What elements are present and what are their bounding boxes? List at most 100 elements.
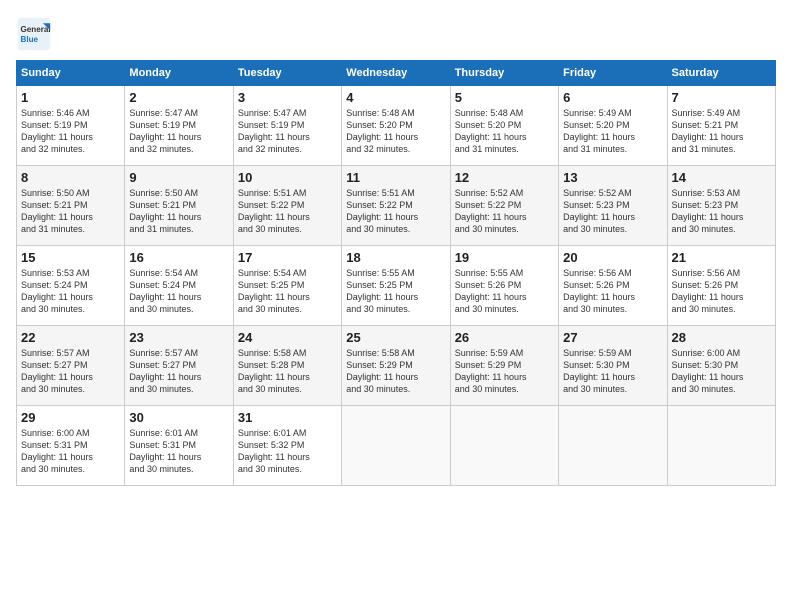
column-header-sunday: Sunday <box>17 61 125 86</box>
day-number: 10 <box>238 170 337 185</box>
day-info: Sunrise: 5:57 AM Sunset: 5:27 PM Dayligh… <box>129 347 228 396</box>
day-number: 19 <box>455 250 554 265</box>
column-header-wednesday: Wednesday <box>342 61 450 86</box>
calendar-cell <box>450 406 558 486</box>
week-row-3: 15Sunrise: 5:53 AM Sunset: 5:24 PM Dayli… <box>17 246 776 326</box>
day-number: 31 <box>238 410 337 425</box>
day-number: 27 <box>563 330 662 345</box>
day-number: 12 <box>455 170 554 185</box>
day-info: Sunrise: 5:49 AM Sunset: 5:20 PM Dayligh… <box>563 107 662 156</box>
column-header-tuesday: Tuesday <box>233 61 341 86</box>
week-row-2: 8 Sunrise: 5:50 AM Sunset: 5:21 PM Daylig… <box>17 166 776 246</box>
calendar-cell: 27 Sunrise: 5:59 AM Sunset: 5:30 PM Dayli… <box>559 326 667 406</box>
day-info: Sunrise: 5:52 AM Sunset: 5:22 PM Dayligh… <box>455 187 554 236</box>
calendar-cell: 17Sunrise: 5:54 AM Sunset: 5:25 PM Dayli… <box>233 246 341 326</box>
calendar-cell: 3 Sunrise: 5:47 AM Sunset: 5:19 PM Daylig… <box>233 86 341 166</box>
day-number: 20 <box>563 250 662 265</box>
day-number: 13 <box>563 170 662 185</box>
day-number: 9 <box>129 170 228 185</box>
calendar-cell: 7 Sunrise: 5:49 AM Sunset: 5:21 PM Daylig… <box>667 86 775 166</box>
calendar-cell: 22 Sunrise: 5:57 AM Sunset: 5:27 PM Dayli… <box>17 326 125 406</box>
day-number: 25 <box>346 330 445 345</box>
calendar-cell: 12 Sunrise: 5:52 AM Sunset: 5:22 PM Dayli… <box>450 166 558 246</box>
day-number: 8 <box>21 170 120 185</box>
calendar-cell: 5 Sunrise: 5:48 AM Sunset: 5:20 PM Daylig… <box>450 86 558 166</box>
column-header-monday: Monday <box>125 61 233 86</box>
day-number: 1 <box>21 90 120 105</box>
day-info: Sunrise: 5:56 AM Sunset: 5:26 PM Dayligh… <box>563 267 662 316</box>
day-info: Sunrise: 5:46 AM Sunset: 5:19 PM Dayligh… <box>21 107 120 156</box>
column-header-thursday: Thursday <box>450 61 558 86</box>
day-info: Sunrise: 5:59 AM Sunset: 5:30 PM Dayligh… <box>563 347 662 396</box>
day-info: Sunrise: 5:48 AM Sunset: 5:20 PM Dayligh… <box>455 107 554 156</box>
calendar-cell: 19 Sunrise: 5:55 AM Sunset: 5:26 PM Dayli… <box>450 246 558 326</box>
calendar-cell: 2Sunrise: 5:47 AM Sunset: 5:19 PM Daylig… <box>125 86 233 166</box>
calendar-cell: 13 Sunrise: 5:52 AM Sunset: 5:23 PM Dayli… <box>559 166 667 246</box>
week-row-5: 29Sunrise: 6:00 AM Sunset: 5:31 PM Dayli… <box>17 406 776 486</box>
calendar-cell: 28 Sunrise: 6:00 AM Sunset: 5:30 PM Dayli… <box>667 326 775 406</box>
svg-text:General: General <box>21 25 51 34</box>
day-info: Sunrise: 5:49 AM Sunset: 5:21 PM Dayligh… <box>672 107 771 156</box>
day-number: 3 <box>238 90 337 105</box>
day-info: Sunrise: 5:53 AM Sunset: 5:23 PM Dayligh… <box>672 187 771 236</box>
column-header-friday: Friday <box>559 61 667 86</box>
calendar-cell: 30Sunrise: 6:01 AM Sunset: 5:31 PM Dayli… <box>125 406 233 486</box>
day-info: Sunrise: 5:59 AM Sunset: 5:29 PM Dayligh… <box>455 347 554 396</box>
svg-text:Blue: Blue <box>21 35 39 44</box>
calendar-cell: 24Sunrise: 5:58 AM Sunset: 5:28 PM Dayli… <box>233 326 341 406</box>
week-row-1: 1 Sunrise: 5:46 AM Sunset: 5:19 PM Daylig… <box>17 86 776 166</box>
day-info: Sunrise: 5:47 AM Sunset: 5:19 PM Dayligh… <box>238 107 337 156</box>
calendar-cell: 11 Sunrise: 5:51 AM Sunset: 5:22 PM Dayli… <box>342 166 450 246</box>
day-number: 23 <box>129 330 228 345</box>
calendar-cell: 31 Sunrise: 6:01 AM Sunset: 5:32 PM Dayli… <box>233 406 341 486</box>
calendar-cell: 25 Sunrise: 5:58 AM Sunset: 5:29 PM Dayli… <box>342 326 450 406</box>
calendar-cell: 8 Sunrise: 5:50 AM Sunset: 5:21 PM Daylig… <box>17 166 125 246</box>
calendar-cell <box>342 406 450 486</box>
day-number: 16 <box>129 250 228 265</box>
calendar-cell: 21 Sunrise: 5:56 AM Sunset: 5:26 PM Dayli… <box>667 246 775 326</box>
column-header-saturday: Saturday <box>667 61 775 86</box>
day-info: Sunrise: 6:01 AM Sunset: 5:32 PM Dayligh… <box>238 427 337 476</box>
day-number: 22 <box>21 330 120 345</box>
day-info: Sunrise: 6:00 AM Sunset: 5:30 PM Dayligh… <box>672 347 771 396</box>
calendar-header-row: SundayMondayTuesdayWednesdayThursdayFrid… <box>17 61 776 86</box>
day-info: Sunrise: 5:54 AM Sunset: 5:24 PM Dayligh… <box>129 267 228 316</box>
day-info: Sunrise: 5:55 AM Sunset: 5:26 PM Dayligh… <box>455 267 554 316</box>
day-number: 26 <box>455 330 554 345</box>
day-info: Sunrise: 5:51 AM Sunset: 5:22 PM Dayligh… <box>346 187 445 236</box>
day-number: 28 <box>672 330 771 345</box>
day-number: 2 <box>129 90 228 105</box>
day-number: 21 <box>672 250 771 265</box>
calendar-cell: 15Sunrise: 5:53 AM Sunset: 5:24 PM Dayli… <box>17 246 125 326</box>
day-number: 29 <box>21 410 120 425</box>
calendar-cell: 18Sunrise: 5:55 AM Sunset: 5:25 PM Dayli… <box>342 246 450 326</box>
calendar-cell: 6 Sunrise: 5:49 AM Sunset: 5:20 PM Daylig… <box>559 86 667 166</box>
calendar-cell: 16 Sunrise: 5:54 AM Sunset: 5:24 PM Dayli… <box>125 246 233 326</box>
calendar-cell: 29Sunrise: 6:00 AM Sunset: 5:31 PM Dayli… <box>17 406 125 486</box>
day-info: Sunrise: 5:57 AM Sunset: 5:27 PM Dayligh… <box>21 347 120 396</box>
calendar-table: SundayMondayTuesdayWednesdayThursdayFrid… <box>16 60 776 486</box>
day-number: 15 <box>21 250 120 265</box>
day-info: Sunrise: 5:56 AM Sunset: 5:26 PM Dayligh… <box>672 267 771 316</box>
day-info: Sunrise: 6:01 AM Sunset: 5:31 PM Dayligh… <box>129 427 228 476</box>
day-info: Sunrise: 5:58 AM Sunset: 5:29 PM Dayligh… <box>346 347 445 396</box>
calendar-cell: 10 Sunrise: 5:51 AM Sunset: 5:22 PM Dayli… <box>233 166 341 246</box>
day-info: Sunrise: 5:52 AM Sunset: 5:23 PM Dayligh… <box>563 187 662 236</box>
day-info: Sunrise: 5:55 AM Sunset: 5:25 PM Dayligh… <box>346 267 445 316</box>
week-row-4: 22 Sunrise: 5:57 AM Sunset: 5:27 PM Dayli… <box>17 326 776 406</box>
logo: General Blue <box>16 16 52 52</box>
day-number: 11 <box>346 170 445 185</box>
day-number: 6 <box>563 90 662 105</box>
day-info: Sunrise: 5:58 AM Sunset: 5:28 PM Dayligh… <box>238 347 337 396</box>
day-info: Sunrise: 5:51 AM Sunset: 5:22 PM Dayligh… <box>238 187 337 236</box>
calendar-cell <box>667 406 775 486</box>
day-info: Sunrise: 5:48 AM Sunset: 5:20 PM Dayligh… <box>346 107 445 156</box>
day-number: 7 <box>672 90 771 105</box>
calendar-cell <box>559 406 667 486</box>
day-number: 4 <box>346 90 445 105</box>
calendar-cell: 20 Sunrise: 5:56 AM Sunset: 5:26 PM Dayli… <box>559 246 667 326</box>
calendar-cell: 26 Sunrise: 5:59 AM Sunset: 5:29 PM Dayli… <box>450 326 558 406</box>
calendar-cell: 4 Sunrise: 5:48 AM Sunset: 5:20 PM Daylig… <box>342 86 450 166</box>
day-number: 5 <box>455 90 554 105</box>
day-info: Sunrise: 5:50 AM Sunset: 5:21 PM Dayligh… <box>21 187 120 236</box>
